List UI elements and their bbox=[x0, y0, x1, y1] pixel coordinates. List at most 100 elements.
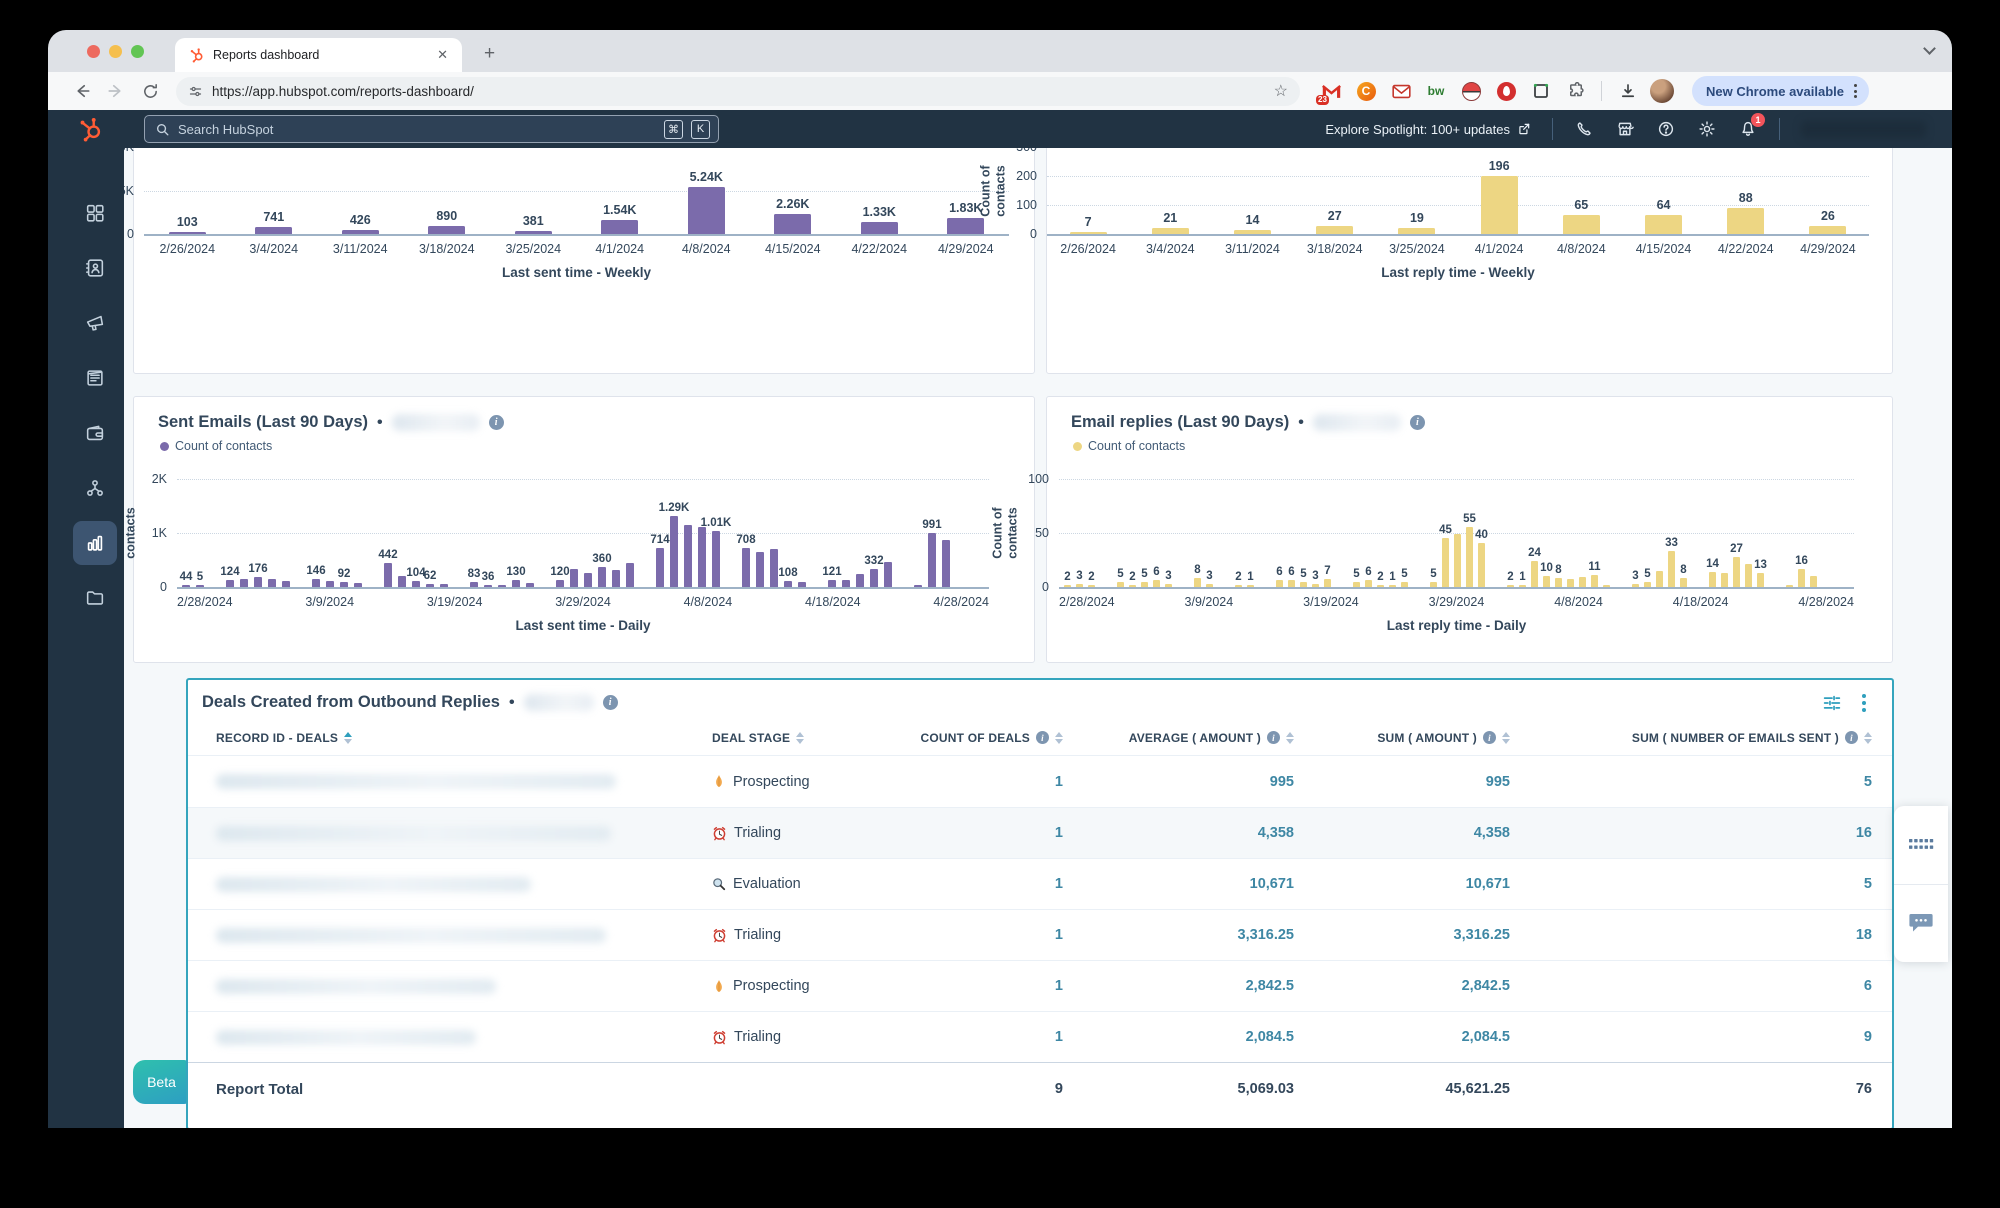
forward-icon[interactable] bbox=[104, 79, 128, 103]
average-amount-cell[interactable]: 2,084.5 bbox=[1079, 1029, 1294, 1045]
sum-emails-cell[interactable]: 16 bbox=[1526, 825, 1872, 841]
bar[interactable]: 108 bbox=[784, 581, 792, 587]
bar[interactable] bbox=[1786, 585, 1793, 587]
bar[interactable]: 6 bbox=[1288, 580, 1295, 587]
sidebar-item-dashboard[interactable] bbox=[73, 191, 117, 235]
bar[interactable] bbox=[169, 232, 206, 234]
bar[interactable] bbox=[1656, 571, 1663, 588]
bar[interactable] bbox=[1809, 226, 1846, 234]
table-row[interactable]: Prospecting19959955 bbox=[188, 756, 1892, 807]
sidebar-item-marketing[interactable] bbox=[73, 301, 117, 345]
bar[interactable]: 5 bbox=[1141, 582, 1148, 588]
bar[interactable] bbox=[498, 585, 506, 587]
bar[interactable] bbox=[1721, 573, 1728, 587]
explore-spotlight-link[interactable]: Explore Spotlight: 100+ updates bbox=[1325, 122, 1531, 137]
tab-close-icon[interactable]: ✕ bbox=[433, 47, 452, 63]
sort-arrows-icon[interactable] bbox=[1286, 732, 1294, 744]
c-extension-icon[interactable]: C bbox=[1355, 80, 1377, 102]
sum-emails-cell[interactable]: 5 bbox=[1526, 876, 1872, 892]
bar[interactable] bbox=[1579, 577, 1586, 587]
bar[interactable] bbox=[1645, 215, 1682, 234]
bar[interactable] bbox=[1745, 564, 1752, 587]
bar[interactable] bbox=[1070, 232, 1107, 234]
bar[interactable]: 5 bbox=[1353, 582, 1360, 588]
bar[interactable] bbox=[842, 580, 850, 587]
bar[interactable] bbox=[774, 214, 811, 234]
bar[interactable]: 8 bbox=[1555, 578, 1562, 587]
sum-emails-cell[interactable]: 18 bbox=[1526, 927, 1872, 943]
bar[interactable] bbox=[1563, 215, 1600, 234]
bar[interactable]: 5 bbox=[1644, 582, 1651, 588]
bar[interactable]: 1 bbox=[1247, 585, 1254, 587]
info-icon[interactable]: i bbox=[1036, 731, 1049, 744]
card-title[interactable]: Sent Emails (Last 90 Days) bbox=[158, 413, 368, 432]
bar[interactable]: 2 bbox=[1064, 585, 1071, 587]
average-amount-cell[interactable]: 2,842.5 bbox=[1079, 978, 1294, 994]
bar[interactable] bbox=[342, 230, 379, 234]
record-id-cell[interactable] bbox=[216, 774, 696, 789]
sum-amount-cell[interactable]: 4,358 bbox=[1310, 825, 1510, 841]
average-amount-cell[interactable]: 995 bbox=[1079, 774, 1294, 790]
bar[interactable]: 2 bbox=[1129, 585, 1136, 587]
bar[interactable]: 3 bbox=[1165, 584, 1172, 587]
marketplace-icon[interactable] bbox=[1615, 119, 1635, 139]
pokeball-extension-icon[interactable] bbox=[1460, 80, 1482, 102]
bar[interactable] bbox=[798, 582, 806, 587]
table-row[interactable]: Trialing14,3584,35816 bbox=[188, 807, 1892, 858]
bar[interactable]: 14 bbox=[1709, 572, 1716, 587]
count-of-deals-cell[interactable]: 1 bbox=[928, 774, 1063, 790]
average-amount-cell[interactable]: 4,358 bbox=[1079, 825, 1294, 841]
sidebar-item-files[interactable] bbox=[73, 576, 117, 620]
tab-search-chevron-icon[interactable] bbox=[1925, 44, 1934, 53]
sidebar-item-automations[interactable] bbox=[73, 466, 117, 510]
zoom-window-icon[interactable] bbox=[131, 45, 144, 58]
new-tab-button[interactable]: + bbox=[476, 42, 503, 65]
screenshot-extension-icon[interactable] bbox=[1530, 80, 1552, 102]
dots-grid-button[interactable] bbox=[1894, 806, 1948, 884]
bar[interactable]: 1 bbox=[1389, 585, 1396, 587]
bar[interactable]: 6 bbox=[1276, 580, 1283, 587]
sidebar-item-content[interactable] bbox=[73, 356, 117, 400]
search-input[interactable]: Search HubSpot ⌘ K bbox=[144, 115, 719, 143]
bar[interactable]: 36 bbox=[484, 585, 492, 587]
info-icon[interactable]: i bbox=[1267, 731, 1280, 744]
minimize-window-icon[interactable] bbox=[109, 45, 122, 58]
bar[interactable]: 33 bbox=[1668, 551, 1675, 587]
bar[interactable] bbox=[914, 585, 922, 587]
bar[interactable] bbox=[1398, 228, 1435, 234]
address-bar[interactable]: https://app.hubspot.com/reports-dashboar… bbox=[176, 77, 1300, 106]
update-chrome-button[interactable]: New Chrome available bbox=[1692, 76, 1869, 106]
table-row[interactable]: Prospecting12,842.52,842.56 bbox=[188, 960, 1892, 1011]
bar[interactable]: 1.01K bbox=[712, 531, 720, 587]
info-icon[interactable]: i bbox=[1845, 731, 1858, 744]
bar[interactable]: 714 bbox=[656, 548, 664, 587]
bar[interactable] bbox=[398, 576, 406, 587]
bar[interactable] bbox=[942, 540, 950, 587]
sum-amount-cell[interactable]: 995 bbox=[1310, 774, 1510, 790]
bar[interactable] bbox=[1810, 576, 1817, 587]
hubspot-logo-icon[interactable] bbox=[78, 116, 104, 142]
bar[interactable] bbox=[1603, 585, 1610, 587]
sum-amount-cell[interactable]: 10,671 bbox=[1310, 876, 1510, 892]
bar[interactable]: 27 bbox=[1733, 557, 1740, 587]
bar[interactable]: 3 bbox=[1632, 584, 1639, 587]
bar[interactable]: 2 bbox=[1235, 585, 1242, 587]
bar[interactable] bbox=[1454, 534, 1461, 587]
legend-label[interactable]: Count of contacts bbox=[1088, 439, 1185, 453]
bar[interactable]: 24 bbox=[1531, 561, 1538, 587]
flame-extension-icon[interactable] bbox=[1495, 80, 1517, 102]
count-of-deals-cell[interactable]: 1 bbox=[928, 927, 1063, 943]
mail-extension-icon[interactable] bbox=[1390, 80, 1412, 102]
count-of-deals-cell[interactable]: 1 bbox=[928, 876, 1063, 892]
bar[interactable]: 3 bbox=[1206, 584, 1213, 587]
bar[interactable]: 5 bbox=[1117, 582, 1124, 588]
bar[interactable]: 13 bbox=[1757, 573, 1764, 587]
sum-amount-cell[interactable]: 2,842.5 bbox=[1310, 978, 1510, 994]
bar[interactable]: 3 bbox=[1312, 584, 1319, 587]
bar[interactable] bbox=[240, 579, 248, 587]
bar[interactable]: 11 bbox=[1591, 575, 1598, 587]
record-id-cell[interactable] bbox=[216, 928, 696, 943]
bar[interactable]: 2 bbox=[1088, 585, 1095, 587]
bar[interactable]: 708 bbox=[742, 548, 750, 587]
average-amount-cell[interactable]: 3,316.25 bbox=[1079, 927, 1294, 943]
